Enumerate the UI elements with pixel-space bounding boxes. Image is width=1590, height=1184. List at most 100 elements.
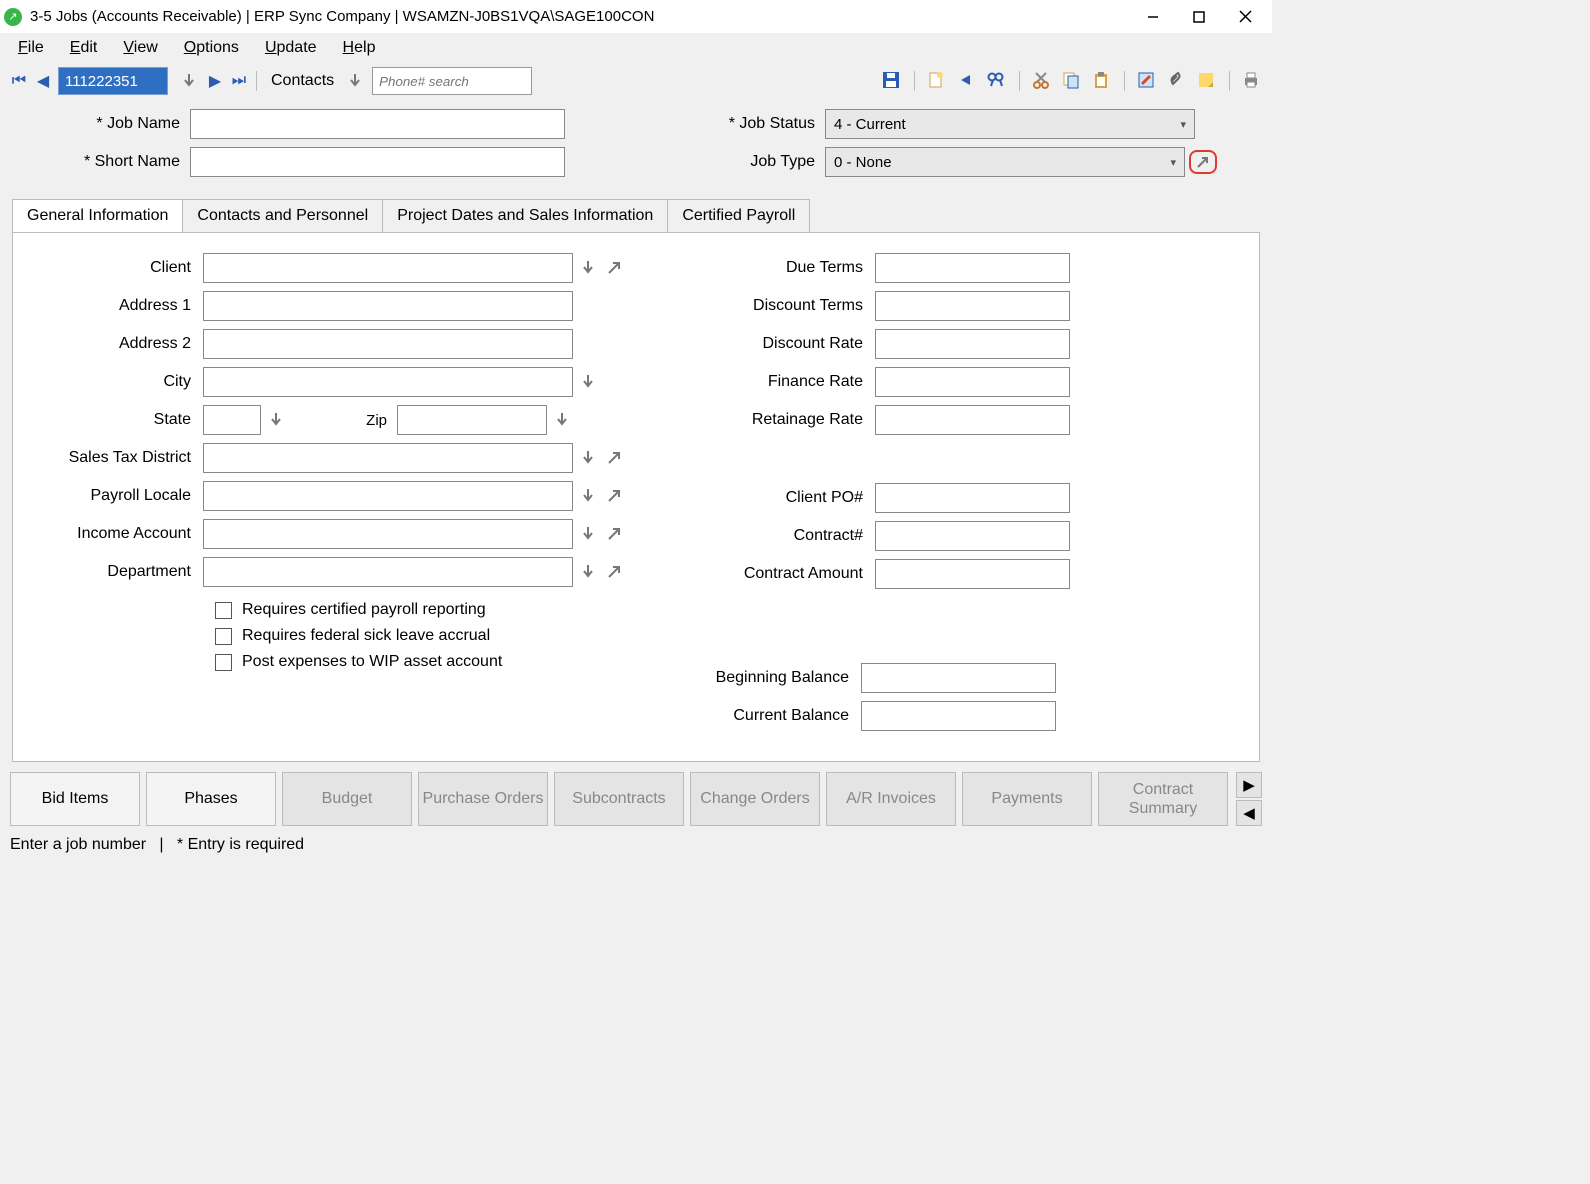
due-terms-input[interactable] <box>875 253 1070 283</box>
federal-sick-leave-checkbox[interactable]: Requires federal sick leave accrual <box>215 627 625 645</box>
bid-items-button[interactable]: Bid Items <box>10 772 140 826</box>
last-record-icon[interactable]: ⏭ <box>230 72 248 90</box>
city-input[interactable] <box>203 367 573 397</box>
new-icon[interactable] <box>927 71 947 91</box>
divider <box>1019 71 1020 91</box>
prev-record-icon[interactable]: ◀ <box>34 71 52 91</box>
menu-update[interactable]: UpdateUpdate <box>265 39 317 57</box>
contract-summary-button[interactable]: Contract Summary <box>1098 772 1228 826</box>
address1-input[interactable] <box>203 291 573 321</box>
client-po-input[interactable] <box>875 483 1070 513</box>
job-type-select[interactable]: 0 - None ▾ <box>825 147 1185 177</box>
client-label: Client <box>33 259 203 277</box>
address1-label: Address 1 <box>33 297 203 315</box>
job-type-link-icon[interactable] <box>1189 150 1217 174</box>
scroll-right-icon[interactable]: ▶ <box>1236 772 1262 798</box>
save-icon[interactable] <box>882 71 902 91</box>
contacts-dropdown-icon[interactable] <box>344 70 366 92</box>
retainage-rate-input[interactable] <box>875 405 1070 435</box>
titlebar: ↗ 3-5 Jobs (Accounts Receivable) | ERP S… <box>0 0 1272 33</box>
cut-icon[interactable] <box>1032 71 1052 91</box>
payments-button[interactable]: Payments <box>962 772 1092 826</box>
finance-rate-input[interactable] <box>875 367 1070 397</box>
department-label: Department <box>33 563 203 581</box>
record-number-input[interactable] <box>58 67 168 95</box>
tab-general-information[interactable]: General Information <box>12 199 183 232</box>
job-status-label: * Job Status <box>695 115 825 133</box>
short-name-input[interactable] <box>190 147 565 177</box>
current-balance-input[interactable] <box>861 701 1056 731</box>
job-name-input[interactable] <box>190 109 565 139</box>
find-icon[interactable] <box>987 71 1007 91</box>
next-record-icon[interactable]: ▶ <box>206 71 224 91</box>
tab-certified-payroll[interactable]: Certified Payroll <box>667 199 810 232</box>
sales-tax-district-input[interactable] <box>203 443 573 473</box>
minimize-button[interactable] <box>1130 2 1176 32</box>
subcontracts-button[interactable]: Subcontracts <box>554 772 684 826</box>
menu-edit[interactable]: EditEdit <box>70 39 98 57</box>
address2-input[interactable] <box>203 329 573 359</box>
change-orders-button[interactable]: Change Orders <box>690 772 820 826</box>
contract-no-input[interactable] <box>875 521 1070 551</box>
income-account-input[interactable] <box>203 519 573 549</box>
discount-rate-input[interactable] <box>875 329 1070 359</box>
link-arrow-icon[interactable] <box>603 485 625 507</box>
link-arrow-icon[interactable] <box>603 561 625 583</box>
link-arrow-icon[interactable] <box>603 447 625 469</box>
dropdown-arrow-icon[interactable] <box>577 561 599 583</box>
link-arrow-icon[interactable] <box>603 257 625 279</box>
divider <box>914 71 915 91</box>
menu-view[interactable]: ViewView <box>123 39 157 57</box>
close-button[interactable] <box>1222 2 1268 32</box>
purchase-orders-button[interactable]: Purchase Orders <box>418 772 548 826</box>
department-input[interactable] <box>203 557 573 587</box>
state-label: State <box>33 411 203 429</box>
menu-file[interactable]: FFileile <box>18 39 44 57</box>
attach-icon[interactable] <box>1167 71 1187 91</box>
tab-contacts-personnel[interactable]: Contacts and Personnel <box>182 199 383 232</box>
contract-amount-input[interactable] <box>875 559 1070 589</box>
phone-search-input[interactable] <box>372 67 532 95</box>
bottom-button-bar: Bid Items Phases Budget Purchase Orders … <box>0 762 1272 832</box>
ar-invoices-button[interactable]: A/R Invoices <box>826 772 956 826</box>
dropdown-arrow-icon[interactable] <box>551 409 573 431</box>
statusbar: Enter a job number | * Entry is required <box>0 832 1272 864</box>
post-expenses-wip-checkbox[interactable]: Post expenses to WIP asset account <box>215 653 625 671</box>
dropdown-arrow-icon[interactable] <box>577 371 599 393</box>
copy-icon[interactable] <box>1062 71 1082 91</box>
paste-icon[interactable] <box>1092 71 1112 91</box>
contacts-label[interactable]: Contacts <box>271 72 334 90</box>
discount-terms-input[interactable] <box>875 291 1070 321</box>
edit-icon[interactable] <box>1137 71 1157 91</box>
income-account-label: Income Account <box>33 525 203 543</box>
tab-project-dates[interactable]: Project Dates and Sales Information <box>382 199 668 232</box>
scroll-left-icon[interactable]: ◀ <box>1236 800 1262 826</box>
dropdown-arrow-icon[interactable] <box>265 409 287 431</box>
dropdown-arrow-icon[interactable] <box>577 257 599 279</box>
first-record-icon[interactable]: ⏮ <box>10 72 28 90</box>
phases-button[interactable]: Phases <box>146 772 276 826</box>
record-dropdown-icon[interactable] <box>178 70 200 92</box>
print-icon[interactable] <box>1242 71 1262 91</box>
certified-payroll-checkbox[interactable]: Requires certified payroll reporting <box>215 601 625 619</box>
undo-icon[interactable] <box>957 71 977 91</box>
tabbar: General Information Contacts and Personn… <box>12 199 1260 232</box>
beginning-balance-input[interactable] <box>861 663 1056 693</box>
note-icon[interactable] <box>1197 71 1217 91</box>
finance-rate-label: Finance Rate <box>715 373 875 391</box>
dropdown-arrow-icon[interactable] <box>577 485 599 507</box>
link-arrow-icon[interactable] <box>603 523 625 545</box>
client-input[interactable] <box>203 253 573 283</box>
dropdown-arrow-icon[interactable] <box>577 523 599 545</box>
state-input[interactable] <box>203 405 261 435</box>
maximize-button[interactable] <box>1176 2 1222 32</box>
current-balance-label: Current Balance <box>631 707 861 725</box>
contract-amount-label: Contract Amount <box>715 565 875 583</box>
job-status-select[interactable]: 4 - Current ▾ <box>825 109 1195 139</box>
dropdown-arrow-icon[interactable] <box>577 447 599 469</box>
menu-options[interactable]: OptionsOptions <box>184 39 239 57</box>
payroll-locale-input[interactable] <box>203 481 573 511</box>
budget-button[interactable]: Budget <box>282 772 412 826</box>
zip-input[interactable] <box>397 405 547 435</box>
menu-help[interactable]: HelpHelp <box>343 39 376 57</box>
